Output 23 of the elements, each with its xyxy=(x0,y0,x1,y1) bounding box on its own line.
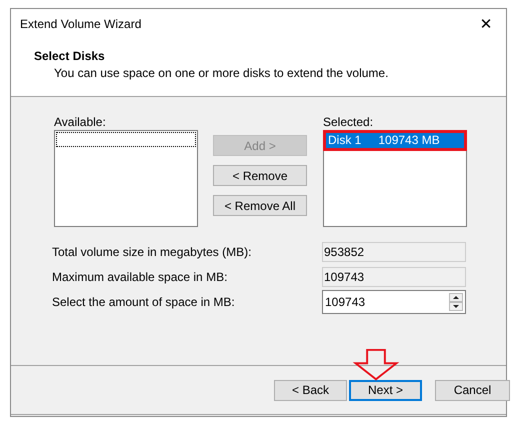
wizard-button[interactable]: Next > xyxy=(349,380,422,400)
field-label: Total volume size in megabytes (MB): xyxy=(52,245,252,259)
focus-row[interactable] xyxy=(56,132,196,147)
wizard-button[interactable]: < Back xyxy=(274,380,347,400)
available-list[interactable] xyxy=(54,130,198,227)
page-title: Select Disks xyxy=(34,49,106,63)
transfer-button[interactable]: < Remove All xyxy=(213,195,307,216)
close-button[interactable]: ✕ xyxy=(466,9,506,39)
spin-down-icon[interactable] xyxy=(449,302,463,311)
window-title: Extend Volume Wizard xyxy=(20,17,142,31)
available-label: Available: xyxy=(54,116,107,128)
readonly-field: 953852 xyxy=(322,242,466,262)
spin-up-icon[interactable] xyxy=(449,293,463,302)
selected-list[interactable]: Disk 1 109743 MB xyxy=(323,130,467,227)
selected-label: Selected: xyxy=(323,116,374,128)
wizard-button[interactable]: Cancel xyxy=(435,380,510,400)
page-subtitle: You can use space on one or more disks to extend the volume. xyxy=(54,66,390,80)
transfer-button[interactable]: < Remove xyxy=(213,165,307,186)
field-label: Maximum available space in MB: xyxy=(52,270,228,284)
field-label: Select the amount of space in MB: xyxy=(52,295,235,309)
disk-item[interactable]: Disk 1 109743 MB xyxy=(326,133,464,148)
readonly-field: 109743 xyxy=(322,267,466,287)
spin-field[interactable]: 109743 xyxy=(322,290,466,314)
